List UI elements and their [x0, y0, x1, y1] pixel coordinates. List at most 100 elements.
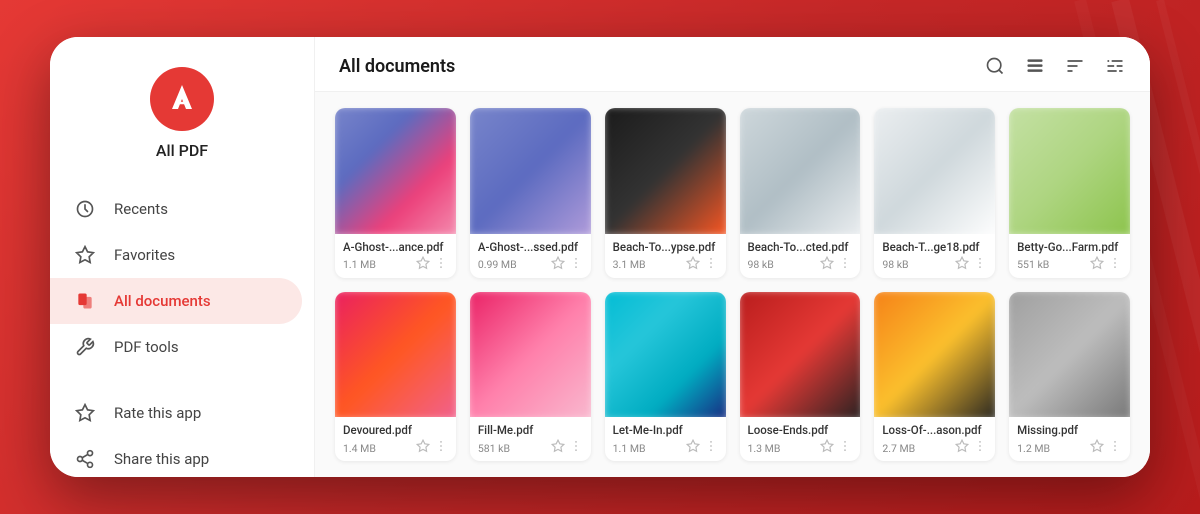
- star-icon[interactable]: [686, 256, 700, 274]
- star-icon[interactable]: [551, 439, 565, 457]
- file-card[interactable]: Betty-Go...Farm.pdf551 kB: [1009, 108, 1130, 278]
- file-thumbnail: [605, 108, 726, 234]
- file-card[interactable]: Let-Me-In.pdf 1.1 MB: [605, 292, 726, 462]
- logo-area: All PDF: [50, 37, 314, 178]
- pdf-tools-icon: [74, 336, 96, 358]
- file-size: 98 kB: [882, 258, 951, 271]
- file-card[interactable]: Devoured.pdf 1.4 MB: [335, 292, 456, 462]
- recents-icon: [74, 198, 96, 220]
- main-content: All documents: [315, 37, 1150, 477]
- more-options-icon[interactable]: [434, 439, 448, 457]
- bottom-nav: Rate this app Share this app: [50, 390, 314, 477]
- file-size: 1.3 MB: [748, 442, 817, 455]
- file-size: 581 kB: [478, 442, 547, 455]
- file-thumbnail: [740, 292, 861, 418]
- star-icon[interactable]: [1090, 256, 1104, 274]
- file-thumbnail: [335, 108, 456, 234]
- star-icon[interactable]: [820, 439, 834, 457]
- file-thumbnail: [605, 292, 726, 418]
- sidebar-item-recents-label: Recents: [114, 200, 168, 218]
- all-documents-icon: [74, 290, 96, 312]
- star-icon[interactable]: [1090, 439, 1104, 457]
- sidebar: All PDF Recents Favorites: [50, 37, 315, 477]
- sidebar-item-pdf-tools[interactable]: PDF tools: [50, 324, 302, 370]
- star-icon[interactable]: [820, 256, 834, 274]
- main-header: All documents: [315, 37, 1150, 92]
- share-app-item[interactable]: Share this app: [50, 436, 302, 477]
- file-card[interactable]: Missing.pdf 1.2 MB: [1009, 292, 1130, 462]
- rate-app-label: Rate this app: [114, 404, 201, 422]
- sidebar-item-favorites[interactable]: Favorites: [50, 232, 302, 278]
- star-icon[interactable]: [551, 256, 565, 274]
- more-options-icon[interactable]: [569, 256, 583, 274]
- app-logo: [150, 67, 214, 131]
- star-icon[interactable]: [955, 439, 969, 457]
- share-app-label: Share this app: [114, 450, 209, 468]
- star-icon[interactable]: [416, 439, 430, 457]
- file-thumbnail: [874, 108, 995, 234]
- file-size: 551 kB: [1017, 258, 1086, 271]
- more-options-icon[interactable]: [838, 256, 852, 274]
- file-size: 0.99 MB: [478, 258, 547, 271]
- sidebar-item-all-documents[interactable]: All documents: [50, 278, 302, 324]
- file-size: 98 kB: [748, 258, 817, 271]
- file-name: Let-Me-In.pdf: [613, 423, 718, 437]
- more-options-icon[interactable]: [704, 439, 718, 457]
- rate-app-item[interactable]: Rate this app: [50, 390, 302, 436]
- file-name: Loose-Ends.pdf: [748, 423, 853, 437]
- header-actions: [984, 55, 1126, 77]
- rate-app-icon: [74, 402, 96, 424]
- file-size: 1.2 MB: [1017, 442, 1086, 455]
- app-window: All PDF Recents Favorites: [50, 37, 1150, 477]
- file-card[interactable]: Loss-Of-...ason.pdf 2.7 MB: [874, 292, 995, 462]
- more-options-icon[interactable]: [838, 439, 852, 457]
- page-title: All documents: [339, 56, 455, 77]
- search-icon[interactable]: [984, 55, 1006, 77]
- file-name: Loss-Of-...ason.pdf: [882, 423, 987, 437]
- star-icon[interactable]: [416, 256, 430, 274]
- file-card[interactable]: Beach-To...cted.pdf 98 kB: [740, 108, 861, 278]
- nav-list: Recents Favorites All documents: [50, 178, 314, 378]
- file-name: Fill-Me.pdf: [478, 423, 583, 437]
- favorites-icon: [74, 244, 96, 266]
- file-card[interactable]: Beach-To...ypse.pdf3.1 MB: [605, 108, 726, 278]
- file-size: 2.7 MB: [882, 442, 951, 455]
- star-icon[interactable]: [955, 256, 969, 274]
- more-options-icon[interactable]: [1108, 256, 1122, 274]
- file-name: Missing.pdf: [1017, 423, 1122, 437]
- file-thumbnail: [335, 292, 456, 418]
- file-name: Beach-To...cted.pdf: [748, 240, 853, 254]
- sidebar-item-recents[interactable]: Recents: [50, 186, 302, 232]
- file-size: 1.1 MB: [613, 442, 682, 455]
- more-options-icon[interactable]: [1108, 439, 1122, 457]
- file-thumbnail: [470, 108, 591, 234]
- file-name: Beach-T...ge18.pdf: [882, 240, 987, 254]
- file-thumbnail: [470, 292, 591, 418]
- sidebar-item-all-documents-label: All documents: [114, 292, 211, 310]
- sidebar-item-favorites-label: Favorites: [114, 246, 175, 264]
- more-options-icon[interactable]: [973, 439, 987, 457]
- file-name: Devoured.pdf: [343, 423, 448, 437]
- file-name: A-Ghost-...ssed.pdf: [478, 240, 583, 254]
- more-options-icon[interactable]: [569, 439, 583, 457]
- star-icon[interactable]: [686, 439, 700, 457]
- file-size: 1.4 MB: [343, 442, 412, 455]
- file-card[interactable]: A-Ghost-...ssed.pdf 0.99 MB: [470, 108, 591, 278]
- file-size: 1.1 MB: [343, 258, 412, 271]
- file-thumbnail: [1009, 292, 1130, 418]
- more-options-icon[interactable]: [704, 256, 718, 274]
- more-options-icon[interactable]: [434, 256, 448, 274]
- more-options-icon[interactable]: [973, 256, 987, 274]
- sort-icon[interactable]: [1064, 55, 1086, 77]
- file-card[interactable]: Loose-Ends.pdf 1.3 MB: [740, 292, 861, 462]
- file-thumbnail: [874, 292, 995, 418]
- file-grid: A-Ghost-...ance.pdf 1.1 MB A-Ghost-...ssed…: [315, 92, 1150, 477]
- share-app-icon: [74, 448, 96, 470]
- list-view-icon[interactable]: [1024, 55, 1046, 77]
- file-thumbnail: [1009, 108, 1130, 234]
- file-card[interactable]: A-Ghost-...ance.pdf 1.1 MB: [335, 108, 456, 278]
- file-card[interactable]: Beach-T...ge18.pdf 98 kB: [874, 108, 995, 278]
- file-name: A-Ghost-...ance.pdf: [343, 240, 448, 254]
- file-card[interactable]: Fill-Me.pdf 581 kB: [470, 292, 591, 462]
- filter-icon[interactable]: [1104, 55, 1126, 77]
